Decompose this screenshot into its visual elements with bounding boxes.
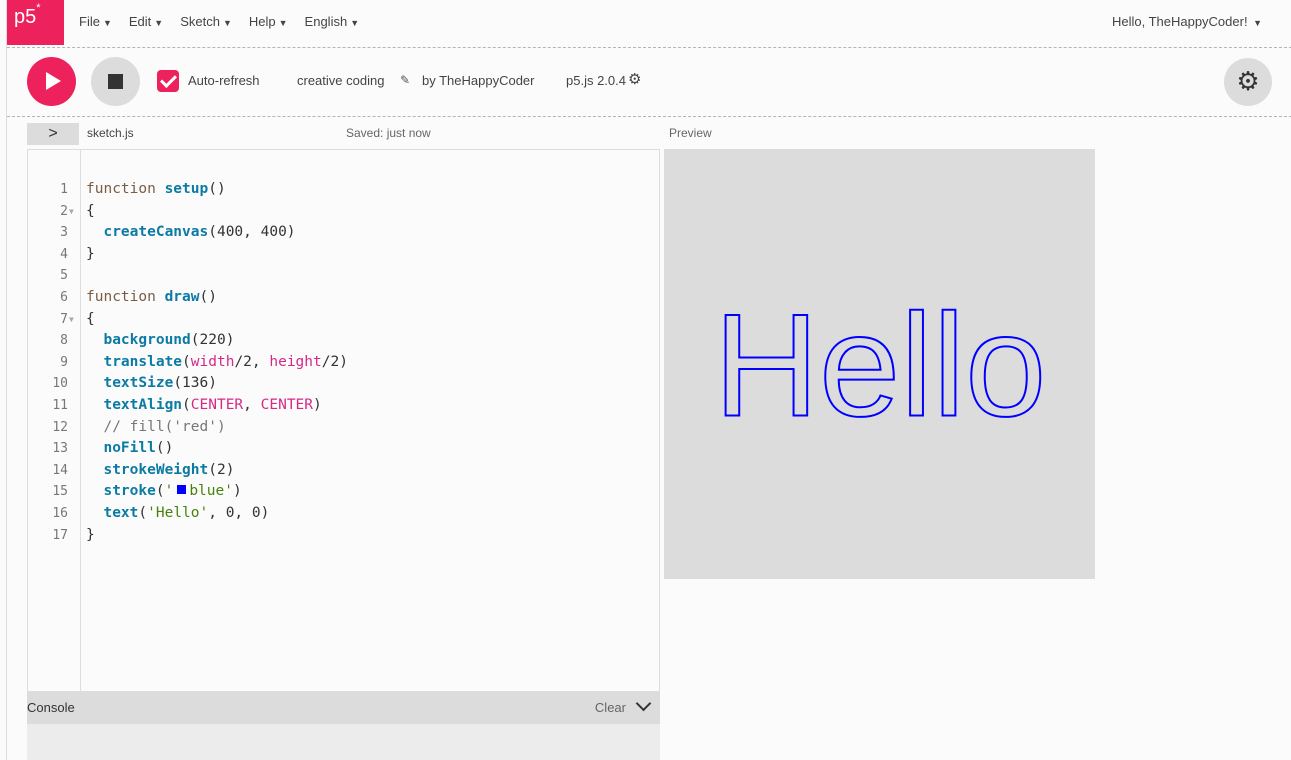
chevron-down-icon: ▼ (222, 18, 232, 28)
color-swatch-icon[interactable] (177, 485, 187, 495)
code-line: 11 textAlign(CENTER, CENTER) (52, 396, 322, 413)
app-window: p5* File ▼ Edit ▼ Sketch ▼ Help ▼ English ▼ H… (6, 0, 1291, 760)
code-line: 8 background(220) (60, 332, 235, 349)
menu-file[interactable]: File ▼ (79, 14, 112, 29)
p5-logo[interactable]: p5* (7, 0, 64, 45)
code-line: 10 textSize(136) (52, 375, 217, 392)
logo-text: p5 (14, 6, 37, 28)
chevron-right-icon: > (48, 125, 58, 142)
preview-hello-text: Hello (714, 284, 1047, 447)
code-line: 2 ▼{ (28, 201, 659, 223)
code-line: 15 stroke(' blue') (52, 483, 242, 500)
code-line: 12 // fill('red') (52, 418, 226, 435)
code-editor[interactable]: 1 function setup() 2 ▼{ 3 createCanvas(400… (27, 149, 660, 692)
chevron-down-icon: ▼ (278, 18, 288, 28)
code-line: 13 noFill() (52, 440, 174, 457)
code-line: 4} (60, 245, 95, 262)
chevron-down-icon: ▼ (350, 18, 360, 28)
console-title: Console (27, 700, 75, 715)
code-lines[interactable]: 1 function setup() 2 ▼{ 3 createCanvas(400… (28, 179, 659, 546)
code-line: 1 function setup() (60, 181, 226, 197)
code-line: 9 translate(width/2, height/2) (60, 353, 348, 370)
code-line: 16 text('Hello', 0, 0) (52, 504, 270, 521)
menu-help[interactable]: Help ▼ (249, 14, 288, 29)
chevron-down-icon: ▼ (102, 18, 112, 28)
settings-button[interactable]: ⚙ (1224, 58, 1272, 106)
file-name: sketch.js (87, 126, 134, 140)
chevron-down-icon: ▼ (154, 18, 164, 28)
top-nav: p5* File ▼ Edit ▼ Sketch ▼ Help ▼ English ▼ H… (7, 0, 1291, 48)
sketch-author[interactable]: by TheHappyCoder (422, 73, 535, 88)
menu-sketch[interactable]: Sketch ▼ (180, 14, 232, 29)
gear-icon: ⚙ (1236, 66, 1260, 96)
version-label[interactable]: p5.js 2.0.4 (566, 73, 626, 88)
play-button[interactable] (27, 57, 76, 106)
code-line: 5 (60, 268, 68, 284)
main-menu: File ▼ Edit ▼ Sketch ▼ Help ▼ English ▼ (79, 14, 359, 29)
fold-arrow-icon[interactable]: ▼ (69, 201, 74, 223)
preview-label: Preview (669, 126, 712, 140)
console-clear-button[interactable]: Clear (595, 700, 626, 715)
user-greeting: Hello, TheHappyCoder! (1111, 14, 1248, 29)
pencil-icon[interactable]: ✎ (400, 73, 410, 87)
console-body (27, 724, 660, 760)
fold-arrow-icon[interactable]: ▼ (69, 309, 74, 331)
toolbar: Auto-refresh creative coding ✎ by TheHap… (7, 48, 1291, 117)
code-line: 14 strokeWeight(2) (52, 461, 235, 478)
stop-button[interactable] (91, 57, 140, 106)
code-line: 6 function draw() (60, 288, 217, 305)
sidebar-toggle-button[interactable]: > (27, 123, 79, 145)
code-line: 17} (52, 526, 95, 543)
menu-language[interactable]: English ▼ (305, 14, 360, 29)
menu-edit-label: Edit (128, 14, 152, 29)
chevron-down-icon: ▼ (1250, 18, 1262, 28)
chevron-down-icon[interactable] (634, 696, 654, 716)
logo-star: * (36, 2, 41, 15)
code-line: 7 ▼{ (28, 309, 659, 331)
menu-file-label: File (79, 14, 100, 29)
auto-refresh-label[interactable]: Auto-refresh (188, 73, 260, 88)
preview-svg: Hello (713, 283, 1048, 448)
user-menu[interactable]: Hello, TheHappyCoder! ▼ (1112, 14, 1262, 29)
menu-sketch-label: Sketch (180, 14, 220, 29)
menu-edit[interactable]: Edit ▼ (129, 14, 163, 29)
console-header: Console Clear (27, 692, 660, 724)
code-line: 3 createCanvas(400, 400) (60, 224, 296, 241)
menu-language-label: English (304, 14, 348, 29)
gear-icon[interactable]: ⚙ (628, 70, 641, 88)
sketch-name[interactable]: creative coding (297, 73, 384, 88)
menu-help-label: Help (248, 14, 276, 29)
auto-refresh-checkbox[interactable] (157, 70, 179, 92)
preview-canvas[interactable]: Hello (664, 149, 1095, 579)
save-status: Saved: just now (346, 126, 431, 140)
